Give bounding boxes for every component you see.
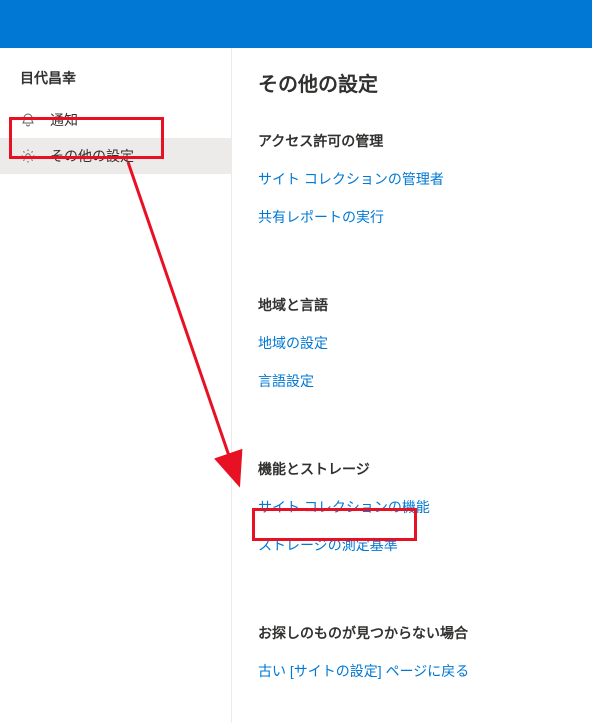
sidebar-item-label: その他の設定 bbox=[50, 146, 134, 166]
section-heading: 地域と言語 bbox=[258, 295, 566, 315]
link-site-collection-admins[interactable]: サイト コレクションの管理者 bbox=[258, 169, 566, 189]
section-permissions: アクセス許可の管理 サイト コレクションの管理者 共有レポートの実行 bbox=[258, 131, 566, 227]
section-heading: アクセス許可の管理 bbox=[258, 131, 566, 151]
bell-icon bbox=[20, 112, 36, 128]
link-language-settings[interactable]: 言語設定 bbox=[258, 371, 566, 391]
section-heading: お探しのものが見つからない場合 bbox=[258, 623, 566, 643]
section-region-language: 地域と言語 地域の設定 言語設定 bbox=[258, 295, 566, 391]
gear-icon bbox=[20, 148, 36, 164]
section-features-storage: 機能とストレージ サイト コレクションの機能 ストレージの測定基準 bbox=[258, 459, 566, 555]
page-title: その他の設定 bbox=[258, 68, 566, 97]
section-heading: 機能とストレージ bbox=[258, 459, 566, 479]
sidebar-item-label: 通知 bbox=[50, 110, 78, 130]
sidebar-user-name: 目代昌幸 bbox=[0, 64, 231, 102]
sidebar-item-other-settings[interactable]: その他の設定 bbox=[0, 138, 231, 174]
link-storage-metrics[interactable]: ストレージの測定基準 bbox=[258, 535, 566, 555]
sidebar: 目代昌幸 通知 その他の設定 bbox=[0, 48, 232, 723]
sidebar-item-notifications[interactable]: 通知 bbox=[0, 102, 231, 138]
top-bar bbox=[0, 0, 592, 48]
link-site-collection-features[interactable]: サイト コレクションの機能 bbox=[258, 497, 566, 517]
content-container: 目代昌幸 通知 その他の設定 その他の設定 アクセス許可の管理 bbox=[0, 48, 592, 723]
link-classic-site-settings[interactable]: 古い [サイトの設定] ページに戻る bbox=[258, 661, 566, 681]
link-regional-settings[interactable]: 地域の設定 bbox=[258, 333, 566, 353]
main-panel: その他の設定 アクセス許可の管理 サイト コレクションの管理者 共有レポートの実… bbox=[232, 48, 592, 723]
section-not-found: お探しのものが見つからない場合 古い [サイトの設定] ページに戻る bbox=[258, 623, 566, 681]
link-run-sharing-report[interactable]: 共有レポートの実行 bbox=[258, 207, 566, 227]
